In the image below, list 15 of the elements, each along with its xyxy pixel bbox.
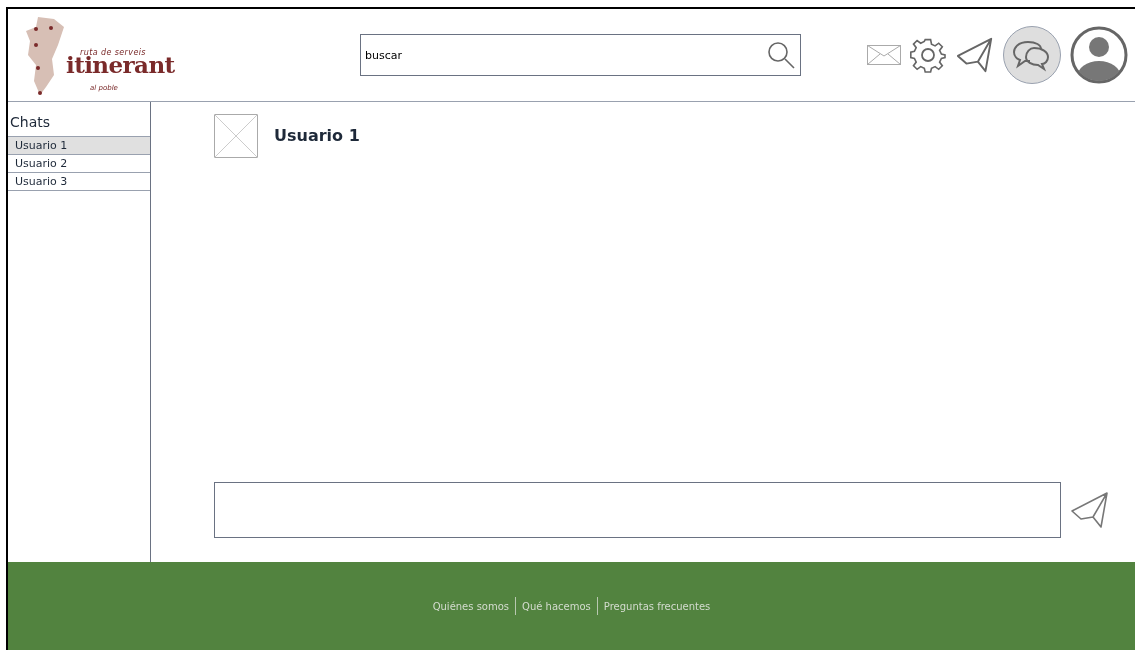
paper-plane-icon-button[interactable] bbox=[955, 35, 995, 75]
user-icon-button[interactable] bbox=[1069, 25, 1129, 85]
settings-icon-button[interactable] bbox=[909, 36, 947, 74]
envelope-icon bbox=[867, 45, 901, 65]
send-icon[interactable] bbox=[1069, 489, 1111, 531]
message-input-field[interactable] bbox=[214, 482, 1061, 538]
settings-icon bbox=[909, 36, 947, 74]
search-icon[interactable] bbox=[767, 41, 795, 69]
search-field[interactable]: buscar bbox=[360, 34, 801, 76]
paper-plane-icon bbox=[955, 35, 995, 75]
chat-title: Usuario 1 bbox=[274, 125, 360, 147]
chat-bubbles-icon bbox=[1012, 38, 1052, 72]
user-icon bbox=[1069, 25, 1129, 85]
avatar-placeholder-icon bbox=[214, 114, 258, 158]
chat-list-item[interactable]: Usuario 1 bbox=[8, 137, 150, 155]
